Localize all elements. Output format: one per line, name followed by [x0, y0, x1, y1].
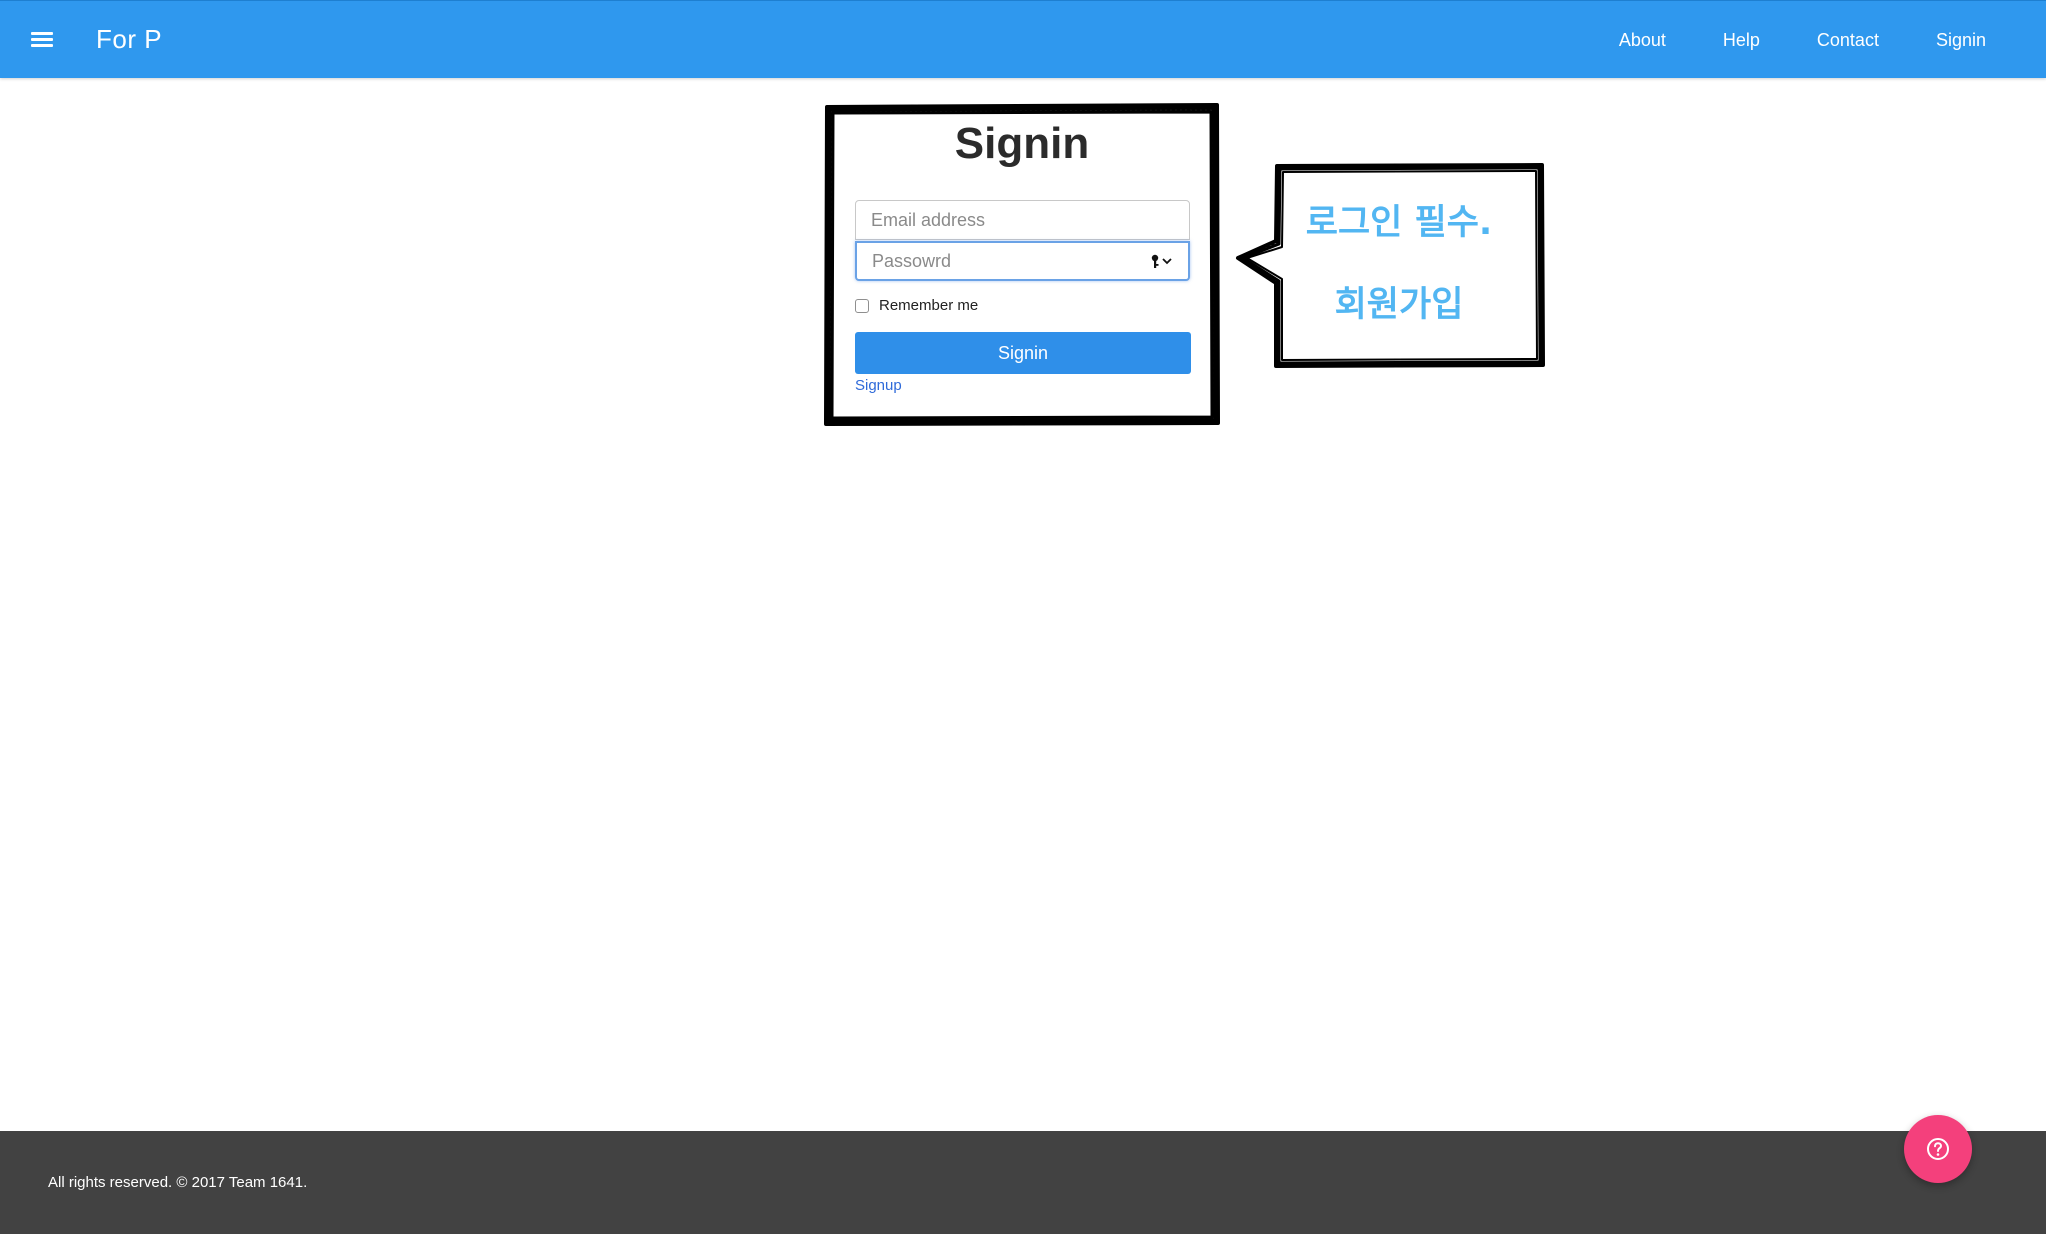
callout-sketch-border [1236, 163, 1545, 368]
nav-link-signin[interactable]: Signin [1936, 30, 1986, 51]
remember-me-row: Remember me [855, 297, 978, 314]
password-field[interactable] [855, 241, 1190, 281]
top-navbar: For P About Help Contact Signin [0, 0, 2046, 78]
nav-links: About Help Contact Signin [1562, 1, 1986, 79]
remember-me-checkbox[interactable] [855, 298, 869, 313]
signup-link[interactable]: Signup [855, 377, 902, 394]
question-circle-icon [1927, 1138, 1949, 1160]
callout-line-signup: 회원가입 [1334, 285, 1464, 325]
signin-button[interactable]: Signin [855, 332, 1191, 374]
footer-copyright: All rights reserved. © 2017 Team 1641. [48, 1174, 308, 1191]
remember-me-label: Remember me [879, 297, 979, 314]
callout-bubble: 로그인 필수. 회원가입 [1232, 163, 1546, 368]
signin-card: Signin Remember me Signin Signup [824, 103, 1220, 426]
email-field[interactable] [855, 200, 1190, 240]
nav-link-contact[interactable]: Contact [1817, 30, 1879, 51]
nav-link-about[interactable]: About [1619, 30, 1666, 51]
hamburger-menu-icon[interactable] [29, 28, 57, 52]
brand-title[interactable]: For P [96, 23, 162, 55]
callout-line-login-required: 로그인 필수. [1305, 203, 1493, 243]
signin-title: Signin [954, 119, 1090, 168]
footer: All rights reserved. © 2017 Team 1641. [0, 1131, 2046, 1234]
nav-link-help[interactable]: Help [1723, 30, 1760, 51]
key-icon[interactable] [1150, 253, 1176, 271]
help-fab-button[interactable] [1904, 1115, 1972, 1183]
